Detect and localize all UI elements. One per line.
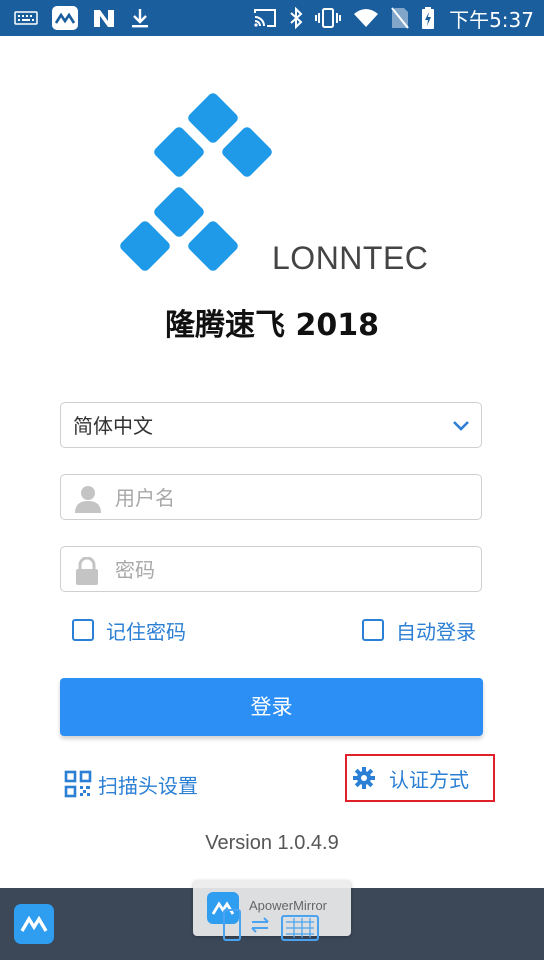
phone-to-pc-icon [223, 909, 319, 941]
apowermirror-icon [52, 6, 78, 30]
scan-settings-label: 扫描头设置 [98, 773, 198, 798]
password-field[interactable]: 密码 [60, 546, 482, 592]
apowermirror-logo-icon [20, 915, 48, 932]
user-icon [75, 486, 101, 513]
status-bar-time: 下午5:37 [449, 7, 534, 32]
auto-login-checkbox[interactable] [362, 619, 384, 641]
app-title: 隆腾速飞 2018 [165, 308, 379, 343]
gear-icon [353, 767, 375, 789]
version-text: Version 1.0.4.9 [205, 832, 339, 854]
cast-icon [254, 9, 277, 27]
password-placeholder: 密码 [115, 558, 155, 582]
auto-login-option[interactable]: 自动登录 [362, 614, 476, 646]
vibrate-icon [315, 8, 342, 28]
qr-code-icon [64, 770, 92, 798]
login-screen: 下午5:37 LONNTEC 隆腾速飞 2018 简体中文 用户名 密码 记住密… [0, 0, 544, 960]
bluetooth-icon [290, 7, 303, 29]
scan-settings-link[interactable]: 扫描头设置 [64, 766, 198, 802]
chevron-down-icon [453, 421, 469, 431]
status-bar: 下午5:37 [0, 0, 544, 36]
auto-login-label: 自动登录 [396, 619, 476, 644]
battery-charging-icon [422, 7, 435, 29]
username-placeholder: 用户名 [115, 486, 175, 510]
status-bar-left [14, 0, 150, 36]
keyboard-icon [14, 11, 38, 25]
apowermirror-app-icon[interactable] [14, 904, 54, 944]
status-bar-right: 下午5:37 [253, 0, 534, 36]
download-icon [132, 9, 148, 28]
no-sim-icon [391, 7, 409, 29]
language-select-value: 简体中文 [73, 414, 153, 438]
remember-password-label: 记住密码 [106, 619, 186, 644]
lock-icon [76, 557, 98, 585]
n-app-icon [94, 10, 114, 27]
auth-method-link[interactable]: 认证方式 [345, 754, 495, 802]
logo-brand-text: LONNTEC [272, 240, 429, 276]
remember-password-checkbox[interactable] [72, 619, 94, 641]
remember-password-option[interactable]: 记住密码 [72, 614, 186, 646]
wifi-icon [354, 9, 379, 27]
username-field[interactable]: 用户名 [60, 474, 482, 520]
language-select[interactable]: 简体中文 [60, 402, 482, 448]
auth-method-label: 认证方式 [389, 767, 469, 792]
login-button[interactable]: 登录 [60, 678, 483, 736]
lonntec-logo-icon [120, 93, 272, 271]
